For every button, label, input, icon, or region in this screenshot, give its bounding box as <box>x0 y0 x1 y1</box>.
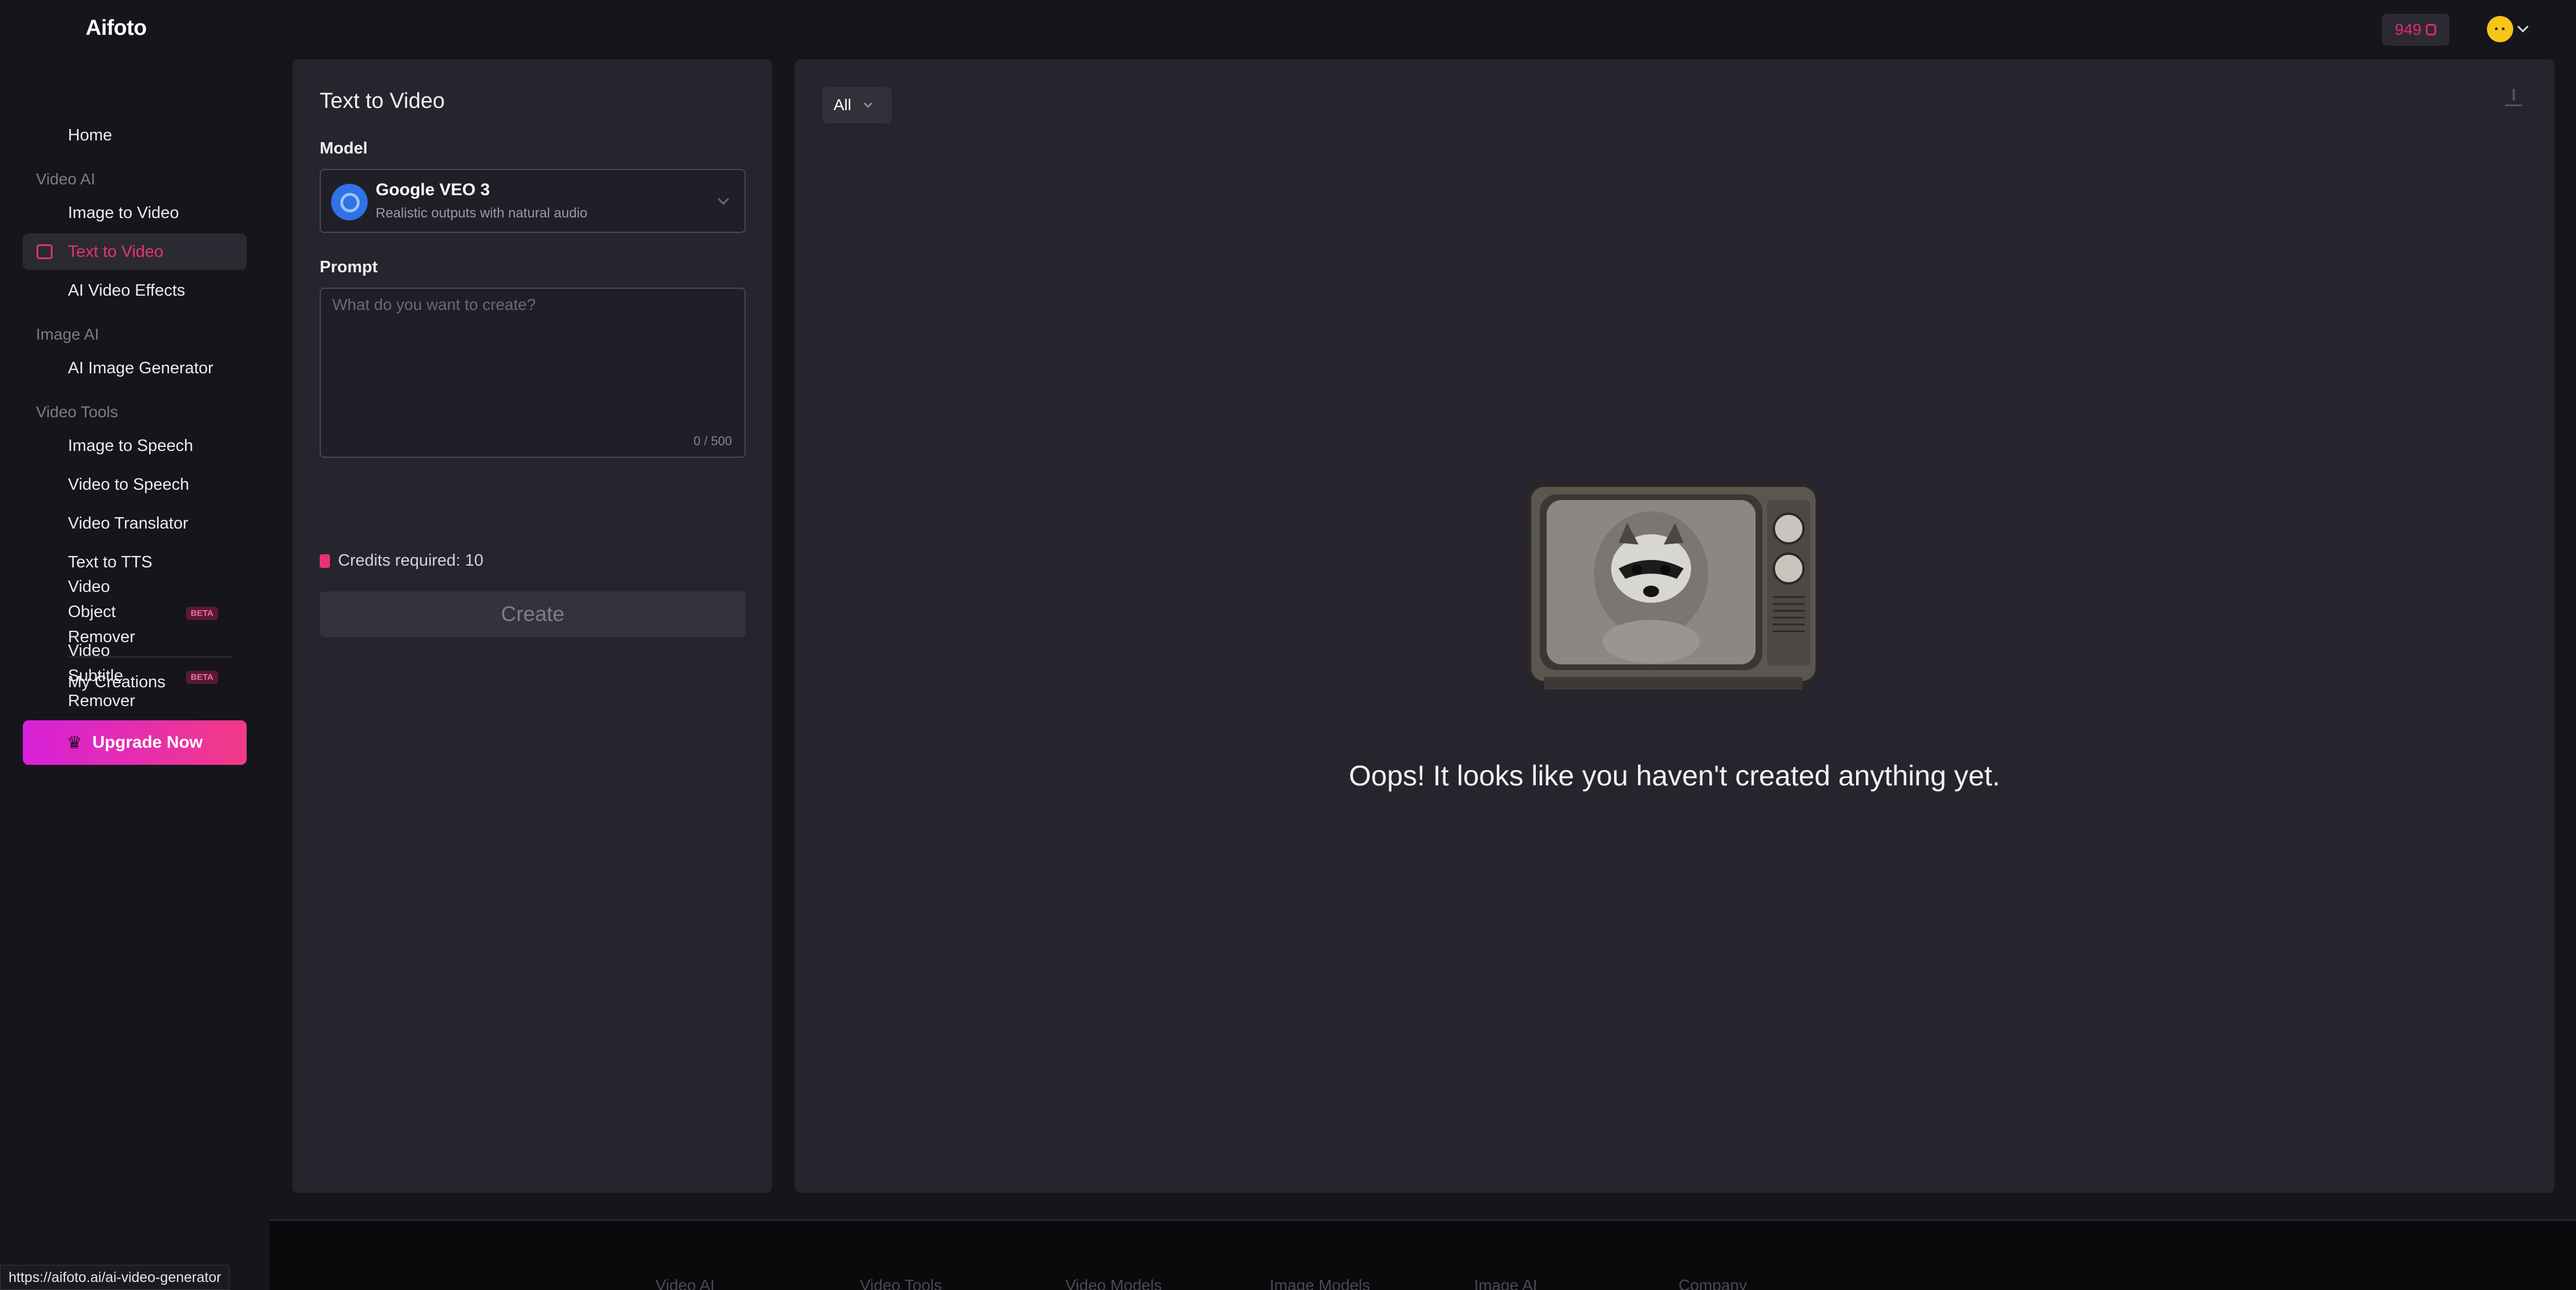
sidebar-item-label: Home <box>68 126 112 144</box>
model-description: Realistic outputs with natural audio <box>376 205 587 221</box>
footer: Video AI Video Tools Video Models Image … <box>269 1222 2576 1290</box>
sidebar-item-video-translator[interactable]: Video Translator <box>23 505 247 542</box>
coin-icon <box>2426 24 2437 35</box>
prompt-field[interactable]: 0 / 500 <box>320 288 746 458</box>
group-label-image-ai: Image AI <box>36 325 99 343</box>
sidebar-item-image-to-speech[interactable]: Image to Speech <box>23 428 247 464</box>
app-root: Aifoto 949 Home Video AI Image to Video … <box>0 0 2576 1290</box>
chevron-down-icon <box>863 99 873 108</box>
group-label-video-tools: Video Tools <box>36 403 118 421</box>
sidebar-item-label: Image to Video <box>68 203 179 222</box>
sidebar-item-label: Video to Speech <box>68 475 190 494</box>
google-veo-logo-icon <box>331 184 368 220</box>
model-name: Google VEO 3 <box>376 180 490 199</box>
sidebar-item-label: Image to Speech <box>68 436 194 455</box>
footer-link[interactable]: Company <box>1679 1276 1747 1290</box>
footer-link[interactable]: Image AI <box>1474 1276 1537 1290</box>
filter-value: All <box>834 96 852 114</box>
credits-required-text: Credits required: 10 <box>338 551 484 570</box>
sidebar-item-label: Text to TTS <box>68 553 152 571</box>
generation-form-panel: Text to Video Model Google VEO 3 Realist… <box>292 59 772 1193</box>
group-label-video-ai: Video AI <box>36 170 95 188</box>
footer-link[interactable]: Video Tools <box>860 1276 942 1290</box>
aifoto-logo[interactable]: Aifoto <box>86 16 147 41</box>
sidebar-item-label: My Creations <box>68 672 166 691</box>
filter-dropdown[interactable]: All <box>822 87 892 123</box>
sidebar-item-image-to-video[interactable]: Image to Video <box>23 195 247 231</box>
account-menu[interactable] <box>2487 16 2529 42</box>
sidebar-item-label: Text to Video <box>68 242 164 261</box>
sidebar: Home Video AI Image to Video Text to Vid… <box>0 57 268 1290</box>
model-label: Model <box>320 139 368 158</box>
sidebar-item-label: AI Image Generator <box>68 358 214 377</box>
status-bar-url: https://aifoto.ai/ai-video-generator <box>0 1265 230 1290</box>
video-text-icon <box>37 244 53 259</box>
footer-link[interactable]: Video Models <box>1065 1276 1162 1290</box>
footer-divider <box>269 1219 2576 1220</box>
footer-link[interactable]: Video AI <box>655 1276 715 1290</box>
beta-badge: BETA <box>186 607 218 620</box>
empty-state-message: Oops! It looks like you haven't created … <box>1349 760 2001 792</box>
sidebar-divider <box>68 656 232 658</box>
sidebar-item-my-creations[interactable]: My Creations <box>23 664 247 700</box>
empty-state-illustration <box>1528 483 1819 690</box>
credits-badge[interactable]: 949 <box>2382 14 2449 46</box>
upgrade-label: Upgrade Now <box>92 733 203 752</box>
sidebar-item-ai-image-generator[interactable]: AI Image Generator <box>23 350 247 386</box>
crown-icon: ♛ <box>66 733 82 752</box>
model-select[interactable]: Google VEO 3 Realistic outputs with natu… <box>320 169 746 233</box>
sidebar-item-video-object-remover[interactable]: Video Object Remover <box>23 578 158 646</box>
sidebar-item-label: Video Translator <box>68 514 188 533</box>
download-icon[interactable] <box>2505 89 2522 106</box>
page-title: Text to Video <box>320 89 445 113</box>
sidebar-item-video-to-speech[interactable]: Video to Speech <box>23 466 247 503</box>
upgrade-now-button[interactable]: ♛ Upgrade Now <box>23 720 247 765</box>
creations-panel: All Oops! It looks like you haven't crea… <box>795 59 2554 1193</box>
sidebar-item-ai-video-effects[interactable]: AI Video Effects <box>23 272 247 309</box>
credits-required: Credits required: 10 <box>320 551 484 570</box>
credits-stack-icon <box>320 554 330 568</box>
top-bar: Aifoto 949 <box>0 0 2576 57</box>
sidebar-item-home[interactable]: Home <box>23 117 247 154</box>
footer-link[interactable]: Image Models <box>1270 1276 1370 1290</box>
prompt-char-counter: 0 / 500 <box>693 434 732 448</box>
chevron-down-icon <box>718 194 729 205</box>
create-button[interactable]: Create <box>320 591 746 637</box>
sidebar-item-label: AI Video Effects <box>68 281 186 300</box>
credits-count: 949 <box>2394 21 2422 38</box>
prompt-input[interactable] <box>332 296 732 410</box>
prompt-label: Prompt <box>320 258 378 276</box>
avatar[interactable] <box>2487 16 2513 42</box>
chevron-down-icon <box>2517 21 2529 33</box>
sidebar-item-text-to-video[interactable]: Text to Video <box>23 233 247 270</box>
